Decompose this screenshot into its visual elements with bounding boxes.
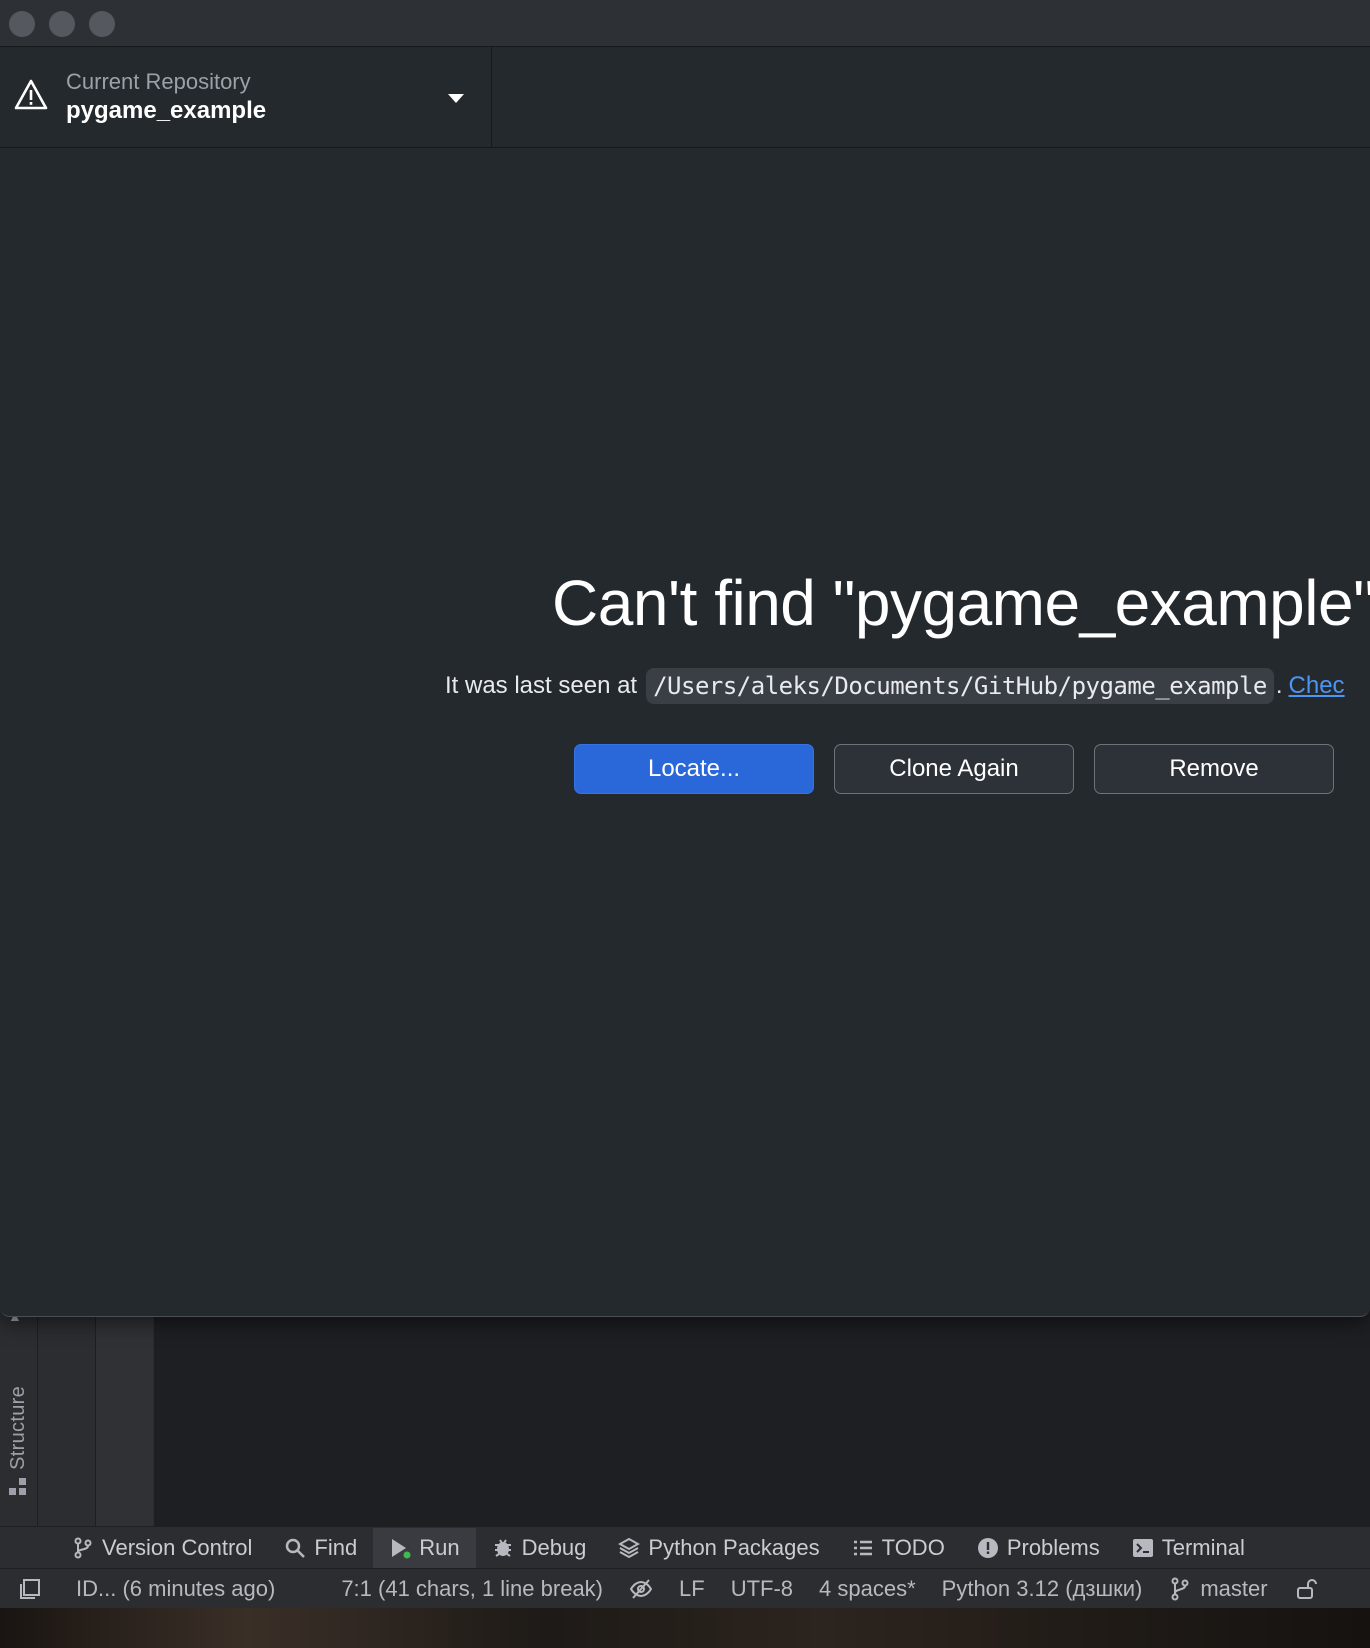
git-branch[interactable]: master <box>1168 1575 1268 1602</box>
tool-window-bar: Version Control Find Run Debug Python Pa… <box>0 1526 1370 1568</box>
last-seen-message: It was last seen at /Users/aleks/Documen… <box>445 666 1345 706</box>
status-message[interactable]: ID... (6 minutes ago) <box>76 1576 275 1602</box>
readonly-toggle[interactable] <box>629 1577 653 1601</box>
ide-editor-area[interactable] <box>154 1300 1370 1526</box>
structure-tab-label: Structure <box>6 1386 29 1470</box>
file-encoding[interactable]: UTF-8 <box>731 1576 793 1602</box>
minimize-window-button[interactable] <box>49 11 75 37</box>
branch-icon <box>1171 1577 1189 1600</box>
desktop-wallpaper <box>0 1608 1370 1648</box>
tool-find[interactable]: Find <box>268 1528 373 1568</box>
ide-gutter-secondary <box>96 1300 153 1526</box>
chevron-down-icon <box>448 94 464 103</box>
layers-icon <box>618 1537 641 1558</box>
page-title: Can't find "pygame_example" <box>552 567 1370 639</box>
remove-button[interactable]: Remove <box>1094 744 1334 794</box>
ide-gutter <box>38 1300 96 1526</box>
structure-side-tab[interactable]: Structure <box>4 1366 32 1496</box>
alert-circle-icon <box>977 1537 998 1558</box>
last-seen-prefix: It was last seen at <box>445 672 638 699</box>
eye-off-icon <box>629 1578 653 1599</box>
structure-icon <box>9 1478 27 1496</box>
file-encoding-text: UTF-8 <box>730 1575 794 1601</box>
tool-label: Run <box>419 1534 460 1560</box>
locate-button[interactable]: Locate... <box>574 744 814 794</box>
check-again-link[interactable]: Chec <box>1289 672 1345 700</box>
unlock-icon <box>1296 1578 1317 1599</box>
close-window-button[interactable] <box>9 11 35 37</box>
line-separator[interactable]: LF <box>679 1576 705 1602</box>
github-desktop-window: Current Repository pygame_example Can't … <box>0 0 1370 1317</box>
git-branch-text: master <box>1200 1575 1268 1601</box>
caret-position-text: 7:1 (41 chars, 1 line break) <box>341 1575 604 1601</box>
clone-again-button[interactable]: Clone Again <box>834 744 1074 794</box>
list-icon <box>853 1540 872 1555</box>
tool-label: Terminal <box>1161 1534 1245 1560</box>
zoom-window-button[interactable] <box>89 11 115 37</box>
bug-icon <box>494 1538 511 1557</box>
tool-label: TODO <box>881 1534 945 1560</box>
repository-caption: Current Repository <box>66 69 251 94</box>
current-repository-dropdown[interactable]: Current Repository pygame_example <box>0 47 492 147</box>
tool-problems[interactable]: Problems <box>961 1528 1116 1568</box>
branch-icon <box>74 1537 92 1558</box>
python-interpreter-text: Python 3.12 (дзшки) <box>941 1575 1143 1601</box>
tool-label: Python Packages <box>648 1534 820 1560</box>
title-bar[interactable] <box>0 0 1370 47</box>
warning-icon <box>14 79 48 110</box>
lock-toggle[interactable] <box>1294 1577 1318 1601</box>
repository-path: /Users/aleks/Documents/GitHub/pygame_exa… <box>646 668 1274 704</box>
tool-version-control[interactable]: Version Control <box>56 1528 268 1568</box>
python-interpreter[interactable]: Python 3.12 (дзшки) <box>942 1576 1143 1602</box>
indent-setting-text: 4 spaces* <box>819 1575 916 1601</box>
tool-windows-toggle[interactable] <box>18 1577 42 1601</box>
indent-setting[interactable]: 4 spaces* <box>819 1576 916 1602</box>
tool-todo[interactable]: TODO <box>836 1528 961 1568</box>
terminal-icon <box>1132 1538 1153 1557</box>
tool-python-packages[interactable]: Python Packages <box>602 1528 835 1568</box>
last-seen-period: . <box>1275 672 1283 699</box>
line-separator-text: LF <box>679 1575 705 1601</box>
run-icon <box>392 1538 411 1558</box>
caret-position[interactable]: 7:1 (41 chars, 1 line break) <box>341 1576 603 1602</box>
tool-label: Problems <box>1006 1534 1100 1560</box>
tool-run[interactable]: Run <box>373 1527 476 1568</box>
repository-toolbar: Current Repository pygame_example <box>0 47 1370 148</box>
missing-repository-view: Can't find "pygame_example" It was last … <box>0 148 1370 1316</box>
ide-status-bar: ID... (6 minutes ago) 7:1 (41 chars, 1 l… <box>0 1568 1370 1608</box>
tool-label: Debug <box>521 1534 587 1560</box>
search-icon <box>286 1538 306 1558</box>
tool-label: Version Control <box>102 1534 253 1560</box>
tool-label: Find <box>314 1534 358 1560</box>
status-message-text: ID... (6 minutes ago) <box>76 1575 276 1601</box>
tool-debug[interactable]: Debug <box>476 1528 603 1568</box>
tool-terminal[interactable]: Terminal <box>1116 1528 1261 1568</box>
repository-name: pygame_example <box>66 97 267 124</box>
window-icon <box>20 1578 40 1599</box>
